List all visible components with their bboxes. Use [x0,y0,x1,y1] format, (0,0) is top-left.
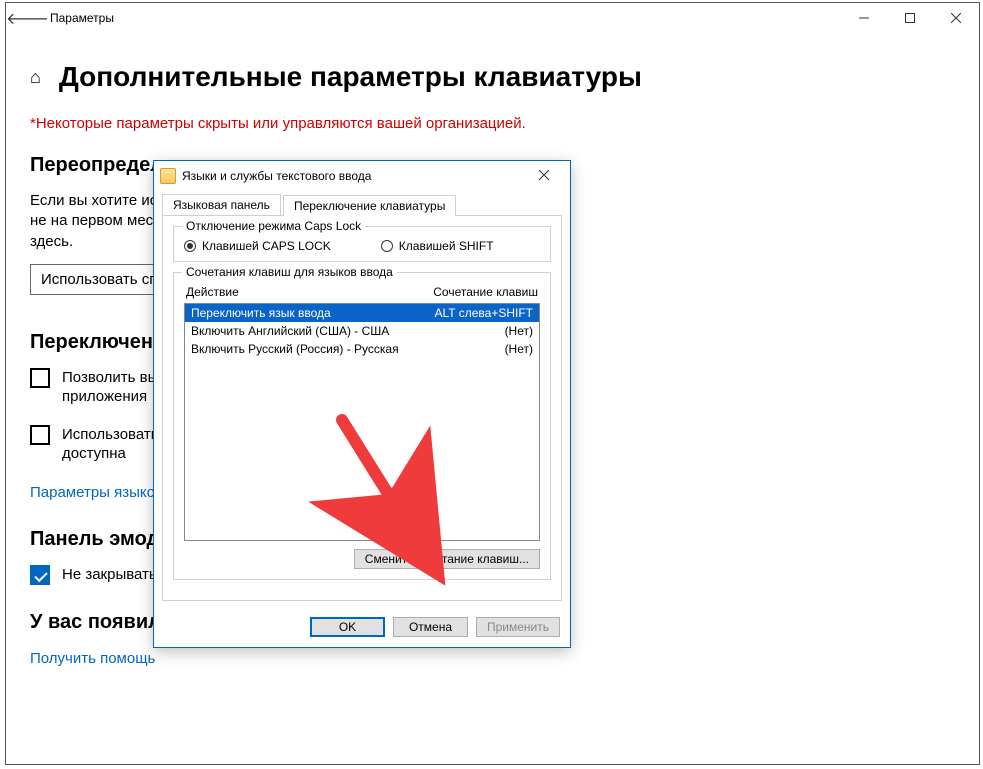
cancel-button[interactable]: Отмена [393,617,468,637]
radio-icon [381,240,393,252]
default-lang-dropdown[interactable]: Использовать сп [30,264,168,295]
capslock-group-title: Отключение режима Caps Lock [182,219,365,233]
maximize-button[interactable] [887,3,933,33]
tab-keyboard-switch[interactable]: Переключение клавиатуры [283,195,456,216]
radio-shift[interactable]: Клавишей SHIFT [381,239,494,253]
use-checkbox[interactable] [30,425,50,445]
allow-checkbox-label: Позволить выб приложения [62,368,167,407]
apply-button[interactable]: Применить [476,617,560,637]
language-settings-link[interactable]: Параметры языков [30,484,163,501]
emoji-checkbox[interactable] [30,565,50,585]
dialog-icon [160,168,176,184]
radio-capslock[interactable]: Клавишей CAPS LOCK [184,239,331,253]
org-warning: *Некоторые параметры скрыты или управляю… [30,115,955,132]
tab-language-panel[interactable]: Языковая панель [162,194,281,215]
list-item[interactable]: Переключить язык ввода ALT слева+SHIFT [185,304,539,322]
page-title: Дополнительные параметры клавиатуры [59,61,642,93]
dialog-title: Языки и службы текстового ввода [182,169,371,183]
home-icon[interactable]: ⌂ [30,67,41,88]
list-item[interactable]: Включить Русский (Россия) - Русская (Нет… [185,340,539,358]
col-shortcut: Сочетание клавиш [408,285,538,299]
get-help-link[interactable]: Получить помощь [30,650,155,667]
back-button[interactable]: 🡐 [6,8,46,29]
window-title: Параметры [46,11,114,25]
capslock-group: Отключение режима Caps Lock Клавишей CAP… [173,226,551,262]
hotkeys-listbox[interactable]: Переключить язык ввода ALT слева+SHIFT В… [184,303,540,541]
minimize-button[interactable] [841,3,887,33]
hotkeys-group-title: Сочетания клавиш для языков ввода [182,265,397,279]
ok-button[interactable]: OK [310,617,385,637]
radio-icon [184,240,196,252]
text-services-dialog: Языки и службы текстового ввода Языковая… [153,160,571,648]
col-action: Действие [186,285,408,299]
change-hotkey-button[interactable]: Сменить сочетание клавиш... [354,549,540,569]
settings-titlebar: 🡐 Параметры [6,3,979,33]
dialog-close-button[interactable] [524,167,564,185]
list-item[interactable]: Включить Английский (США) - США (Нет) [185,322,539,340]
hotkeys-group: Сочетания клавиш для языков ввода Действ… [173,272,551,580]
allow-checkbox[interactable] [30,368,50,388]
use-checkbox-label: Использовать доступна [62,425,159,464]
close-button[interactable] [933,3,979,33]
